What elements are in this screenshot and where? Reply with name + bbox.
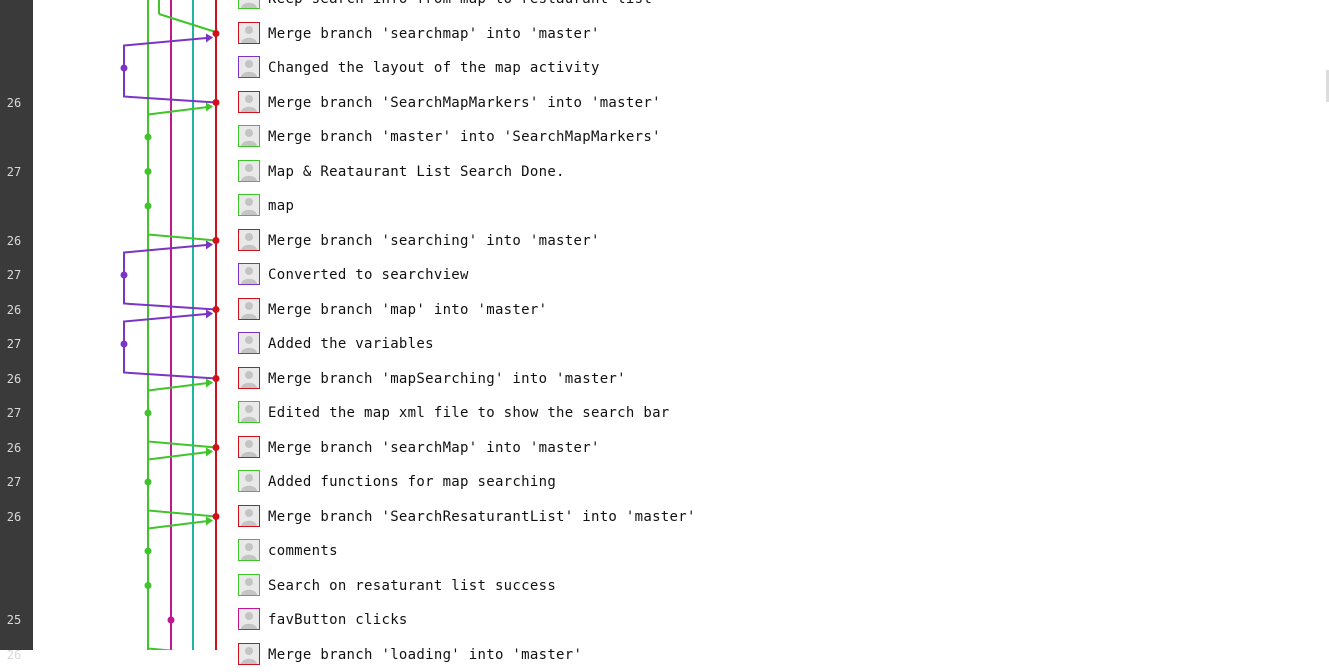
week-number: 26 [6,95,22,110]
avatar-icon [238,194,260,216]
week-number: 25 [6,613,22,627]
commit-message: Keep search info from map to restaurant … [268,0,652,8]
avatar-icon [238,366,260,389]
commit-row[interactable]: 27 Map & Reataurant List Search Done. [0,155,1329,189]
week-number: 27 [6,268,22,282]
avatar-icon [238,0,260,9]
avatar-icon [238,332,260,354]
avatar-icon [238,297,260,320]
commit-message: Converted to searchview [268,267,469,283]
commit-message: Edited the map xml file to show the sear… [268,405,670,421]
commit-row[interactable]: 26 Merge branch 'searching' into 'master' [0,224,1329,258]
commit-row[interactable]: comments [0,534,1329,568]
commit-message: Merge branch 'map' into 'master' [268,301,548,318]
week-number: 27 [6,475,22,489]
commit-row[interactable]: 26 Merge branch 'searchMap' into 'master' [0,431,1329,465]
avatar-icon [238,435,260,458]
avatar-icon [238,263,260,285]
commit-message: Merge branch 'loading' into 'master' [268,646,583,663]
commit-list: Keep search info from map to restaurant … [0,0,1329,665]
commit-message: Merge branch 'mapSearching' into 'master… [268,370,626,387]
commit-row[interactable]: 26 Merge branch 'mapSearching' into 'mast… [0,362,1329,396]
commit-message: Merge branch 'master' into 'SearchMapMar… [268,129,661,145]
commit-row[interactable]: Merge branch 'searchmap' into 'master' [0,17,1329,51]
avatar-icon [238,401,260,423]
week-number: 27 [6,164,22,179]
commit-row[interactable]: Merge branch 'master' into 'SearchMapMar… [0,120,1329,154]
commit-row[interactable]: 26 Merge branch 'loading' into 'master' [0,638,1329,672]
avatar-icon [238,470,260,492]
commit-row[interactable]: 26 Merge branch 'map' into 'master' [0,293,1329,327]
commit-message: Added the variables [268,336,434,352]
avatar-icon [238,125,260,147]
avatar-icon [238,90,260,113]
week-number: 27 [6,337,22,351]
commit-message: Added functions for map searching [268,474,557,490]
week-number: 26 [6,371,22,386]
commit-message: favButton clicks [268,612,408,628]
commit-row[interactable]: 26 Merge branch 'SearchResaturantList' in… [0,500,1329,534]
avatar-icon [238,21,260,44]
commit-row[interactable]: Search on resaturant list success [0,569,1329,603]
week-number: 26 [6,509,22,524]
commit-row[interactable]: 27 Added the variables [0,327,1329,361]
commit-row[interactable]: 27 Converted to searchview [0,258,1329,292]
commit-row[interactable]: Changed the layout of the map activity [0,51,1329,85]
avatar-icon [238,56,260,78]
commit-row[interactable]: map [0,189,1329,223]
week-number: 26 [6,233,22,248]
avatar-icon [238,608,260,630]
avatar-icon [238,228,260,251]
commit-message: Merge branch 'SearchResaturantList' into… [268,508,696,525]
avatar-icon [238,504,260,527]
avatar-icon [238,573,260,596]
avatar-icon [238,159,260,182]
avatar-icon [238,642,260,665]
commit-message: comments [268,543,338,559]
commit-message: Map & Reataurant List Search Done. [268,163,565,180]
commit-row[interactable]: 25 favButton clicks [0,603,1329,637]
commit-message: map [268,198,295,214]
avatar-icon [238,539,260,561]
week-number: 26 [6,440,22,455]
commit-message: Merge branch 'SearchMapMarkers' into 'ma… [268,94,661,111]
commit-message: Merge branch 'searching' into 'master' [268,232,600,249]
week-number: 26 [6,302,22,317]
commit-row[interactable]: 27 Edited the map xml file to show the se… [0,396,1329,430]
commit-row[interactable]: Keep search info from map to restaurant … [0,0,1329,16]
commit-message: Merge branch 'searchMap' into 'master' [268,439,600,456]
week-number: 27 [6,406,22,420]
commit-row[interactable]: 26 Merge branch 'SearchMapMarkers' into '… [0,86,1329,120]
commit-message: Changed the layout of the map activity [268,60,600,76]
commit-message: Search on resaturant list success [268,577,557,594]
commit-message: Merge branch 'searchmap' into 'master' [268,25,600,42]
commit-row[interactable]: 27 Added functions for map searching [0,465,1329,499]
